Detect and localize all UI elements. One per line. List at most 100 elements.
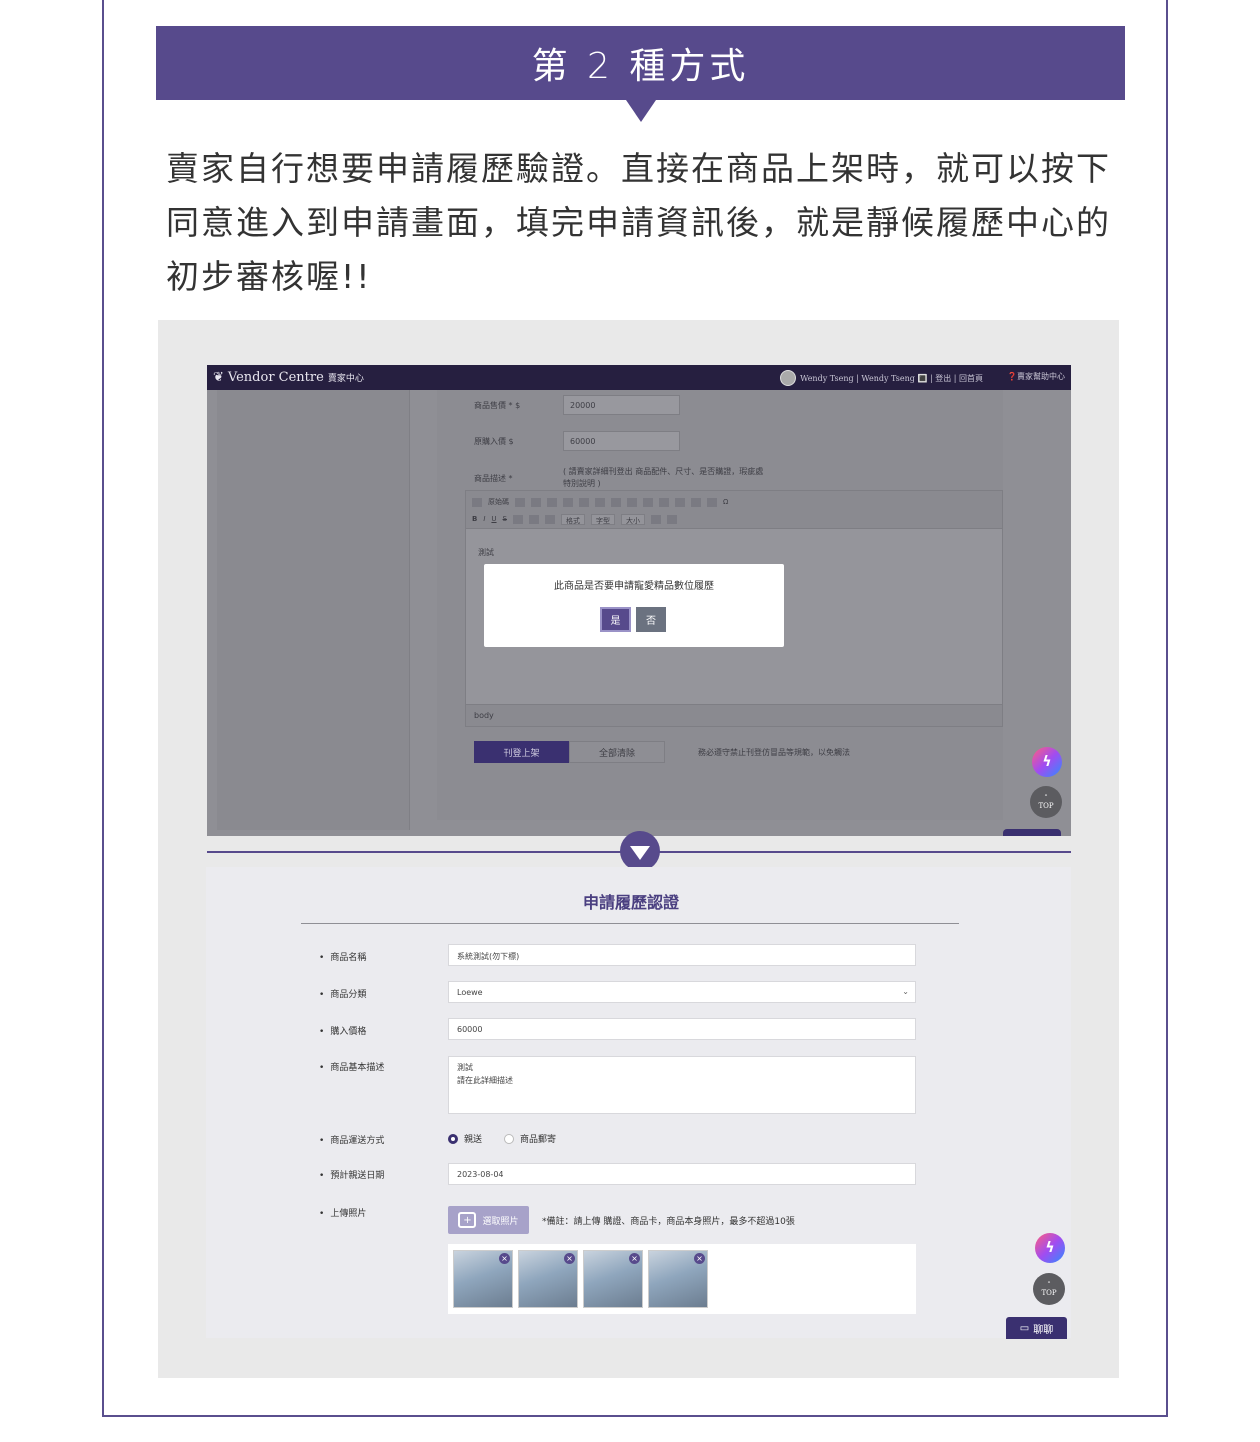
- price-input[interactable]: 20000: [563, 395, 680, 415]
- modal-yes-button[interactable]: 是: [600, 607, 631, 632]
- radio-label: 商品郵寄: [520, 1135, 557, 1145]
- cost-input[interactable]: 60000: [563, 431, 680, 451]
- doc-icon[interactable]: [515, 497, 525, 507]
- chat-button[interactable]: ▭ 聊聊: [1006, 1317, 1067, 1339]
- indent-icon[interactable]: [529, 514, 539, 524]
- add-photo-icon: +: [458, 1212, 477, 1228]
- radio-mail[interactable]: [504, 1133, 515, 1144]
- title-divider: [301, 923, 959, 924]
- cost-label: 原購入價 $: [474, 437, 514, 446]
- chevron-up-icon: ˄: [1044, 794, 1048, 802]
- text-color-icon[interactable]: [651, 514, 661, 524]
- shipping-radio-group: 親送 商品郵寄: [448, 1132, 556, 1145]
- price-label: 商品售價 * $: [474, 401, 521, 410]
- photo-thumbnail[interactable]: ×: [583, 1250, 643, 1308]
- form-title: 申請履歷認證: [582, 893, 679, 912]
- undo-icon[interactable]: [531, 497, 541, 507]
- product-name-input[interactable]: 系統測試(勿下標): [448, 944, 916, 966]
- remove-photo-icon[interactable]: ×: [564, 1253, 575, 1264]
- field-label: 上傳照片: [319, 1206, 366, 1219]
- editor-footer: body: [466, 704, 1002, 726]
- source-button[interactable]: 原始碼: [488, 497, 509, 507]
- modal-message: 此商品是否要申請寵愛精品數位履歷: [554, 581, 714, 592]
- omega-icon[interactable]: Ω: [723, 498, 728, 506]
- field-label: 商品運送方式: [319, 1133, 384, 1146]
- sidebar: [217, 390, 410, 830]
- desc-note: ( 請賣家詳細刊登出 商品配件、尺寸、是否購證，瑕疵處 特別說明 ): [563, 467, 764, 488]
- align-left-icon[interactable]: [627, 497, 637, 507]
- link-icon[interactable]: [675, 497, 685, 507]
- chat-tab-peek[interactable]: [1003, 829, 1061, 836]
- publish-button[interactable]: 刊登上架: [474, 741, 569, 763]
- description-textarea[interactable]: 測試 請在此詳細描述: [448, 1056, 916, 1114]
- find-icon[interactable]: [611, 497, 621, 507]
- chat-icon: ▭: [1019, 1322, 1030, 1334]
- modal-no-button[interactable]: 否: [636, 607, 666, 632]
- redo-icon[interactable]: [547, 497, 557, 507]
- photo-gallery: × × × ×: [448, 1244, 916, 1314]
- format-dropdown[interactable]: 格式: [561, 513, 585, 525]
- intro-text: 賣家自行想要申請履歷驗證。直接在商品上架時，就可以按下同意進入到申請畫面，填完申…: [166, 149, 1111, 296]
- editor-toolbar: 原始碼 Ω B I U S 格式 字型 大小: [466, 491, 1002, 529]
- vendor-navbar: ❦ Vendor Centre 賣家中心 Wendy Tseng | Wendy…: [207, 365, 1071, 390]
- strike-icon[interactable]: S: [503, 515, 507, 523]
- messenger-icon[interactable]: ϟ: [1035, 1233, 1065, 1263]
- photo-thumbnail[interactable]: ×: [518, 1250, 578, 1308]
- brand-subtitle: 賣家中心: [327, 374, 364, 384]
- underline-icon[interactable]: U: [491, 515, 496, 523]
- bg-color-icon[interactable]: [667, 514, 677, 524]
- vendor-logo[interactable]: ❦ Vendor Centre 賣家中心: [213, 370, 364, 385]
- category-select[interactable]: Loewe ⌄: [448, 981, 916, 1003]
- upload-note: *備註：請上傳 購證、商品卡，商品本身照片，最多不超過10張: [542, 1217, 795, 1227]
- back-to-top-button[interactable]: ˄ TOP: [1033, 1273, 1065, 1305]
- avatar[interactable]: [780, 370, 797, 386]
- certification-form-screen: 申請履歷認證 商品名稱 系統測試(勿下標) 商品分類 Loewe ⌄ 購入價格 …: [206, 867, 1071, 1339]
- flourish-icon: ❦: [213, 370, 224, 385]
- messenger-icon[interactable]: ϟ: [1032, 747, 1062, 777]
- arrow-triangle: [630, 846, 650, 860]
- back-to-top-button[interactable]: ˄ TOP: [1030, 786, 1062, 818]
- font-dropdown[interactable]: 字型: [591, 513, 615, 525]
- delivery-date-input[interactable]: 2023-08-04: [448, 1163, 916, 1185]
- certification-modal: 此商品是否要申請寵愛精品數位履歷 是 否: [484, 564, 784, 647]
- italic-icon[interactable]: I: [483, 515, 485, 523]
- field-label: 商品分類: [319, 987, 366, 1000]
- remove-photo-icon[interactable]: ×: [499, 1253, 510, 1264]
- remove-photo-icon[interactable]: ×: [629, 1253, 640, 1264]
- table-icon[interactable]: [707, 497, 717, 507]
- paste-icon[interactable]: [595, 497, 605, 507]
- user-links[interactable]: Wendy Tseng | Wendy Tseng 🔳 | 登出 | 回首頁: [800, 373, 983, 384]
- brand-name: Vendor Centre: [227, 370, 324, 385]
- select-photos-button[interactable]: + 選取照片: [448, 1206, 529, 1234]
- maximize-icon[interactable]: [472, 497, 482, 507]
- radio-label: 親送: [464, 1135, 483, 1145]
- chevron-up-icon: ˄: [1047, 1281, 1051, 1289]
- banner-pointer: [626, 100, 656, 122]
- remove-photo-icon[interactable]: ×: [694, 1253, 705, 1264]
- copy-icon[interactable]: [579, 497, 589, 507]
- down-arrow-icon: [620, 831, 660, 871]
- quote-icon[interactable]: [545, 514, 555, 524]
- section-banner: 第 2 種方式: [156, 26, 1125, 100]
- category-value: Loewe: [457, 988, 483, 997]
- editor-text: 測試: [478, 548, 494, 557]
- chat-label: 聊聊: [1033, 1324, 1054, 1336]
- radio-hand-delivery[interactable]: [448, 1133, 458, 1144]
- cut-icon[interactable]: [563, 497, 573, 507]
- field-label: 商品基本描述: [319, 1060, 384, 1073]
- bold-icon[interactable]: B: [472, 515, 477, 523]
- help-center-link[interactable]: ❓賣家幫助中心: [1007, 371, 1065, 382]
- image-icon[interactable]: [691, 497, 701, 507]
- size-dropdown[interactable]: 大小: [621, 513, 645, 525]
- align-right-icon[interactable]: [659, 497, 669, 507]
- upload-label: 選取照片: [482, 1216, 519, 1227]
- clear-all-button[interactable]: 全部清除: [569, 741, 665, 763]
- list-icon[interactable]: [513, 514, 523, 524]
- align-center-icon[interactable]: [643, 497, 653, 507]
- purchase-price-input[interactable]: 60000: [448, 1018, 916, 1040]
- user-menu: Wendy Tseng | Wendy Tseng 🔳 | 登出 | 回首頁: [780, 370, 983, 386]
- photo-thumbnail[interactable]: ×: [648, 1250, 708, 1308]
- top-label: TOP: [1041, 1289, 1057, 1297]
- photo-thumbnail[interactable]: ×: [453, 1250, 513, 1308]
- desc-label: 商品描述 *: [474, 474, 513, 483]
